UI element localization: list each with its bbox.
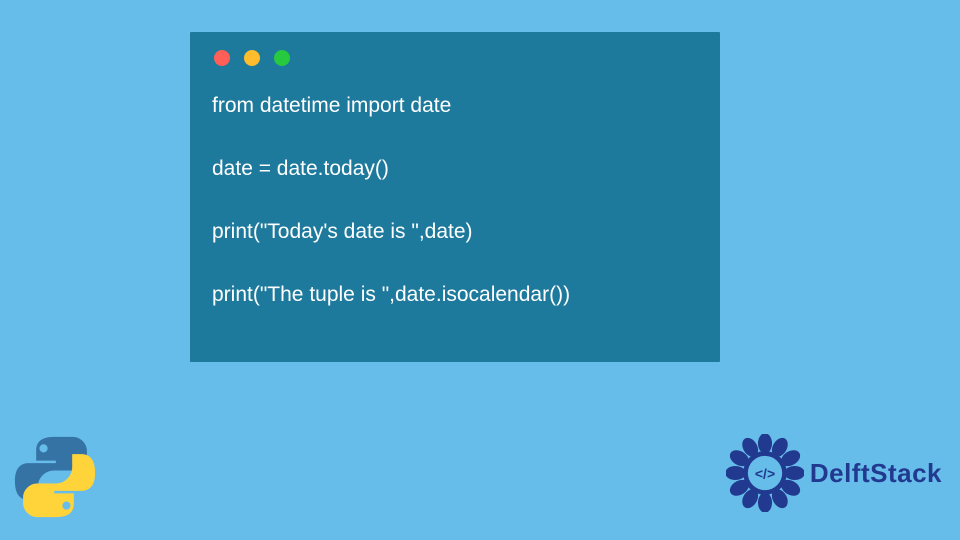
code-brackets-icon: </>: [755, 465, 775, 481]
delftstack-brand: </> DelftStack: [726, 434, 942, 512]
code-snippet: from datetime import date date = date.to…: [212, 90, 698, 311]
python-logo-icon: [10, 432, 100, 522]
stage: from datetime import date date = date.to…: [0, 0, 960, 540]
maximize-icon: [274, 50, 290, 66]
delftstack-badge-icon: </>: [726, 434, 804, 512]
titlebar: [212, 46, 698, 66]
brand-name: DelftStack: [810, 458, 942, 489]
code-window: from datetime import date date = date.to…: [190, 32, 720, 362]
minimize-icon: [244, 50, 260, 66]
close-icon: [214, 50, 230, 66]
